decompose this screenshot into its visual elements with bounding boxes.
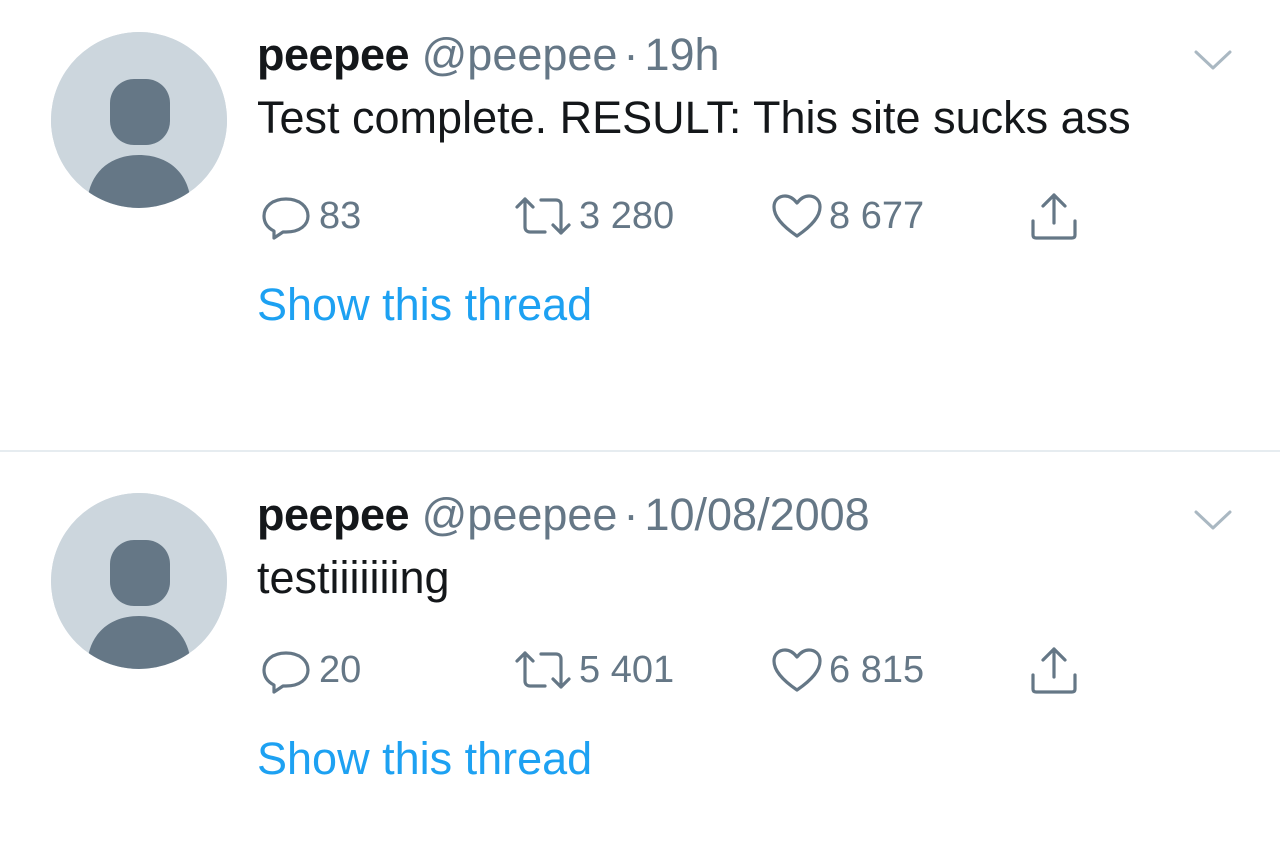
like-icon: [772, 648, 822, 692]
reply-button[interactable]: 20: [257, 640, 361, 700]
chevron-down-icon[interactable]: [1192, 46, 1234, 74]
tweet-header: peepee @peepee · 19h: [257, 26, 1217, 84]
share-button[interactable]: [1027, 186, 1085, 246]
retweet-icon: [515, 197, 571, 235]
chevron-down-icon[interactable]: [1192, 506, 1234, 534]
tweet-text: Test complete. RESULT: This site sucks a…: [257, 92, 1131, 143]
like-count: 8 677: [829, 194, 925, 237]
user-handle[interactable]: @peepee: [422, 29, 618, 80]
timestamp[interactable]: 19h: [644, 29, 719, 80]
like-count: 6 815: [829, 648, 925, 691]
reply-count: 20: [319, 648, 362, 691]
display-name[interactable]: peepee: [257, 489, 410, 540]
show-thread-link[interactable]: Show this thread: [257, 730, 1217, 788]
user-handle[interactable]: @peepee: [422, 489, 618, 540]
avatar[interactable]: [51, 32, 227, 208]
reply-count: 83: [319, 194, 362, 237]
share-icon: [1031, 647, 1077, 694]
retweet-button[interactable]: 5 401: [511, 640, 674, 700]
tweet-actions: 83 3 280 8 677: [257, 186, 1217, 246]
reply-icon: [262, 197, 310, 240]
tweet-actions: 20 5 401 6 815: [257, 640, 1217, 700]
tweet-content: peepee @peepee · 10/08/2008 testiiiiiiing …: [257, 486, 1217, 788]
separator-dot: ·: [623, 489, 639, 540]
like-icon: [772, 194, 822, 238]
retweet-button[interactable]: 3 280: [511, 186, 674, 246]
retweet-count: 3 280: [579, 194, 675, 237]
tweet-header: peepee @peepee · 10/08/2008: [257, 486, 1217, 544]
separator-dot: ·: [623, 29, 639, 80]
retweet-count: 5 401: [579, 648, 675, 691]
retweet-icon: [515, 651, 571, 689]
like-button[interactable]: 8 677: [769, 186, 924, 246]
reply-icon: [262, 651, 310, 694]
default-avatar-icon: [51, 32, 227, 208]
tweet[interactable]: peepee @peepee · 19h Test complete. RESULT…: [0, 0, 1280, 450]
like-button[interactable]: 6 815: [769, 640, 924, 700]
timestamp[interactable]: 10/08/2008: [644, 489, 869, 540]
show-thread-link[interactable]: Show this thread: [257, 276, 1217, 334]
tweet-text: testiiiiiiing: [257, 552, 450, 603]
tweet-content: peepee @peepee · 19h Test complete. RESULT…: [257, 26, 1217, 334]
share-button[interactable]: [1027, 640, 1085, 700]
reply-button[interactable]: 83: [257, 186, 361, 246]
tweet[interactable]: peepee @peepee · 10/08/2008 testiiiiiiing …: [0, 452, 1280, 842]
display-name[interactable]: peepee: [257, 29, 410, 80]
default-avatar-icon: [51, 493, 227, 669]
avatar[interactable]: [51, 493, 227, 669]
share-icon: [1031, 193, 1077, 240]
